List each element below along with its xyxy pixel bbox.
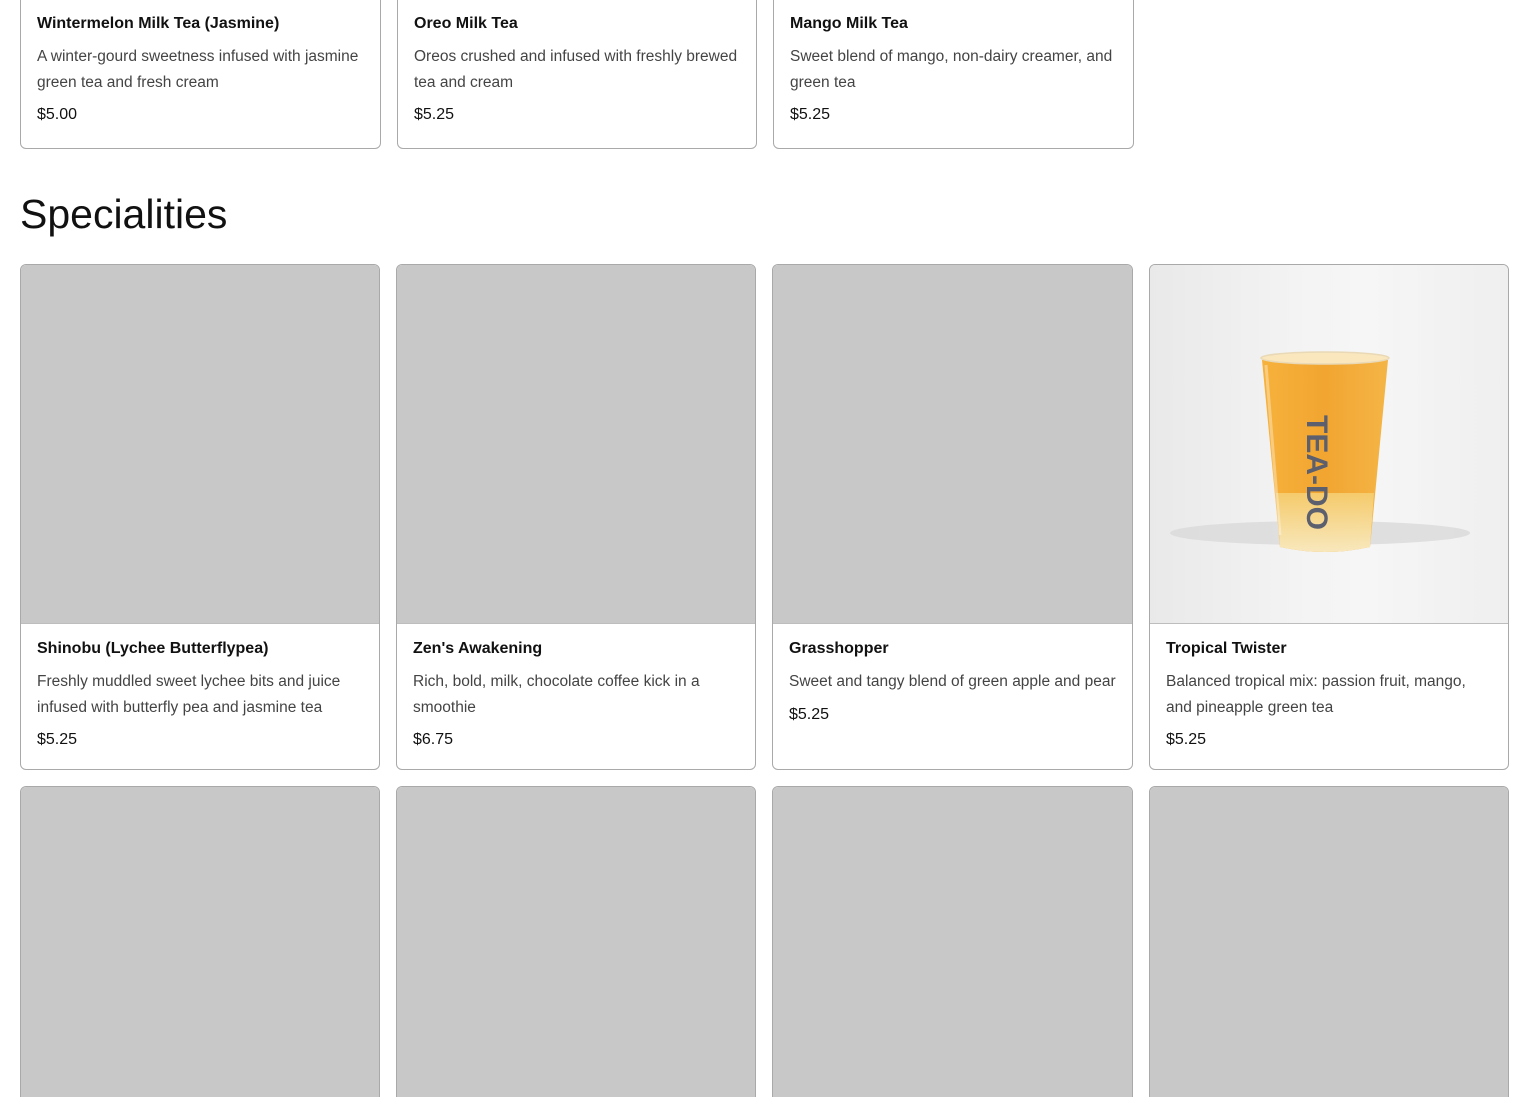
item-image-placeholder: [773, 787, 1132, 1097]
cup-lid-rim: [1260, 351, 1390, 365]
item-name: Zen's Awakening: [413, 640, 543, 657]
card-body: Grasshopper Sweet and tangy blend of gre…: [773, 624, 1132, 726]
card-body: Tropical Twister Balanced tropical mix: …: [1150, 624, 1508, 751]
menu-item-card[interactable]: [772, 786, 1133, 1097]
item-description: A winter-gourd sweetness infused with ja…: [37, 48, 359, 91]
menu-item-card[interactable]: [1149, 786, 1509, 1097]
item-description: Rich, bold, milk, chocolate coffee kick …: [413, 673, 700, 716]
card-body: Shinobu (Lychee Butterflypea) Freshly mu…: [21, 624, 379, 751]
menu-page: Wintermelon Milk Tea (Jasmine) A winter-…: [0, 0, 1530, 1097]
item-description: Freshly muddled sweet lychee bits and ju…: [37, 673, 341, 716]
section-title-specialities: Specialities: [20, 191, 228, 237]
item-price: $5.25: [37, 731, 78, 748]
item-name: Mango Milk Tea: [790, 15, 908, 32]
item-name: Tropical Twister: [1166, 640, 1287, 657]
menu-item-card[interactable]: Wintermelon Milk Tea (Jasmine) A winter-…: [20, 0, 381, 149]
menu-item-card[interactable]: Mango Milk Tea Sweet blend of mango, non…: [773, 0, 1134, 149]
item-description: Balanced tropical mix: passion fruit, ma…: [1166, 673, 1466, 716]
item-image-placeholder: [21, 787, 379, 1097]
menu-item-card[interactable]: TEA-DO Tropical Twister Balanced tropica…: [1149, 264, 1509, 770]
item-image-placeholder: [773, 265, 1132, 624]
item-name: Shinobu (Lychee Butterflypea): [37, 640, 269, 657]
item-description: Oreos crushed and infused with freshly b…: [414, 48, 738, 91]
previous-section-grid: Wintermelon Milk Tea (Jasmine) A winter-…: [20, 0, 1134, 149]
item-description: Sweet and tangy blend of green apple and…: [789, 673, 1116, 690]
item-image-placeholder: [1150, 787, 1508, 1097]
menu-item-card[interactable]: [396, 786, 756, 1097]
card-body: Oreo Milk Tea Oreos crushed and infused …: [398, 0, 756, 126]
menu-item-card[interactable]: [20, 786, 380, 1097]
item-name: Oreo Milk Tea: [414, 15, 518, 32]
drink-cup-illustration: TEA-DO: [1170, 351, 1470, 552]
item-image-placeholder: [21, 265, 379, 624]
card-body: Mango Milk Tea Sweet blend of mango, non…: [774, 0, 1133, 126]
menu-item-card[interactable]: Oreo Milk Tea Oreos crushed and infused …: [397, 0, 757, 149]
item-price: $6.75: [413, 731, 454, 748]
menu-item-card[interactable]: Shinobu (Lychee Butterflypea) Freshly mu…: [20, 264, 380, 770]
item-image-placeholder: [397, 265, 755, 624]
card-body: Wintermelon Milk Tea (Jasmine) A winter-…: [21, 0, 380, 126]
menu-item-card[interactable]: Grasshopper Sweet and tangy blend of gre…: [772, 264, 1133, 770]
item-price: $5.25: [789, 705, 830, 723]
item-price: $5.25: [1166, 731, 1207, 748]
cup-logo: TEA-DO: [1300, 415, 1333, 530]
item-image-placeholder: [397, 787, 755, 1097]
specialities-grid: Shinobu (Lychee Butterflypea) Freshly mu…: [20, 264, 1509, 770]
card-body: Zen's Awakening Rich, bold, milk, chocol…: [397, 624, 755, 751]
item-name: Wintermelon Milk Tea (Jasmine): [37, 15, 280, 32]
specialities-grid-next-row: [20, 786, 1509, 1097]
item-price: $5.25: [790, 106, 831, 123]
drink-cup-photo: TEA-DO: [1150, 265, 1508, 624]
item-price: $5.25: [414, 106, 455, 123]
menu-item-card[interactable]: Zen's Awakening Rich, bold, milk, chocol…: [396, 264, 756, 770]
item-description: Sweet blend of mango, non-dairy creamer,…: [790, 48, 1113, 91]
item-price: $5.00: [37, 106, 78, 123]
item-name: Grasshopper: [789, 640, 889, 657]
